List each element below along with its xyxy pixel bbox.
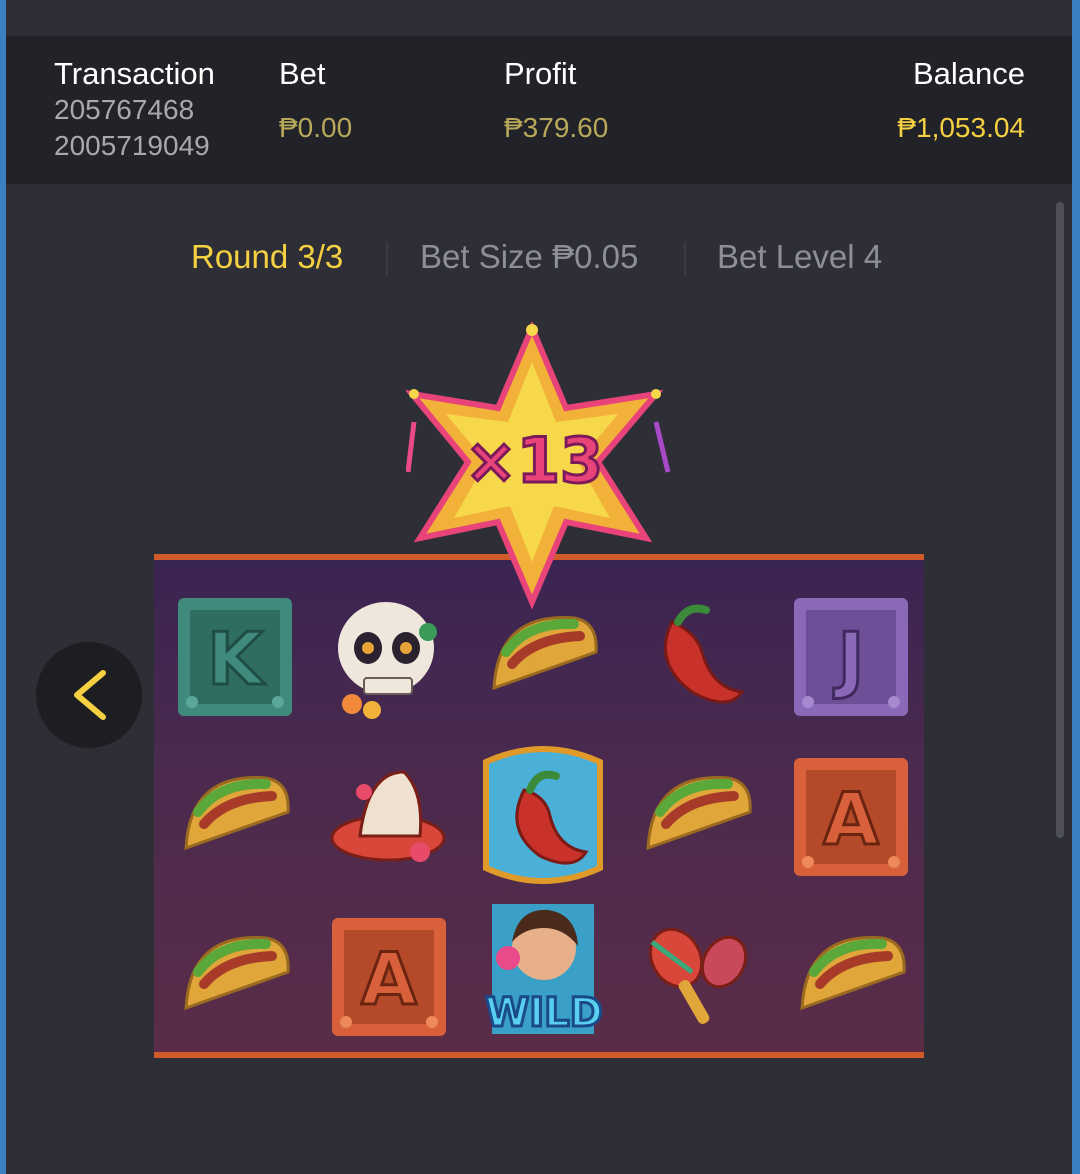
- scrollbar[interactable]: [1056, 202, 1064, 838]
- bet-value: ₱0.00: [279, 112, 353, 143]
- divider: [684, 242, 686, 276]
- divider: [386, 242, 388, 276]
- symbol-taco: [158, 900, 312, 1052]
- transaction-label: Transaction: [54, 56, 215, 91]
- symbol-maracas: [620, 900, 774, 1052]
- top-strip: [6, 0, 1072, 36]
- bet-size: Bet Size ₱0.05: [420, 238, 639, 275]
- svg-text:WILD: WILD: [485, 990, 603, 1036]
- transaction-id-line2: 2005719049: [54, 130, 210, 161]
- symbol-sombrero: [312, 740, 466, 900]
- symbol-wild: WILD: [466, 886, 620, 1046]
- round-info-bar: Round 3/3 Bet Size ₱0.05 Bet Level 4: [6, 236, 1072, 280]
- multiplier-text: ×13: [465, 424, 603, 497]
- chevron-left-icon: [74, 670, 106, 720]
- svg-text:K: K: [207, 617, 265, 701]
- transaction-header: Transaction 205767468 2005719049 Bet ₱0.…: [6, 36, 1072, 184]
- symbol-chili-framed: [466, 740, 620, 900]
- profit-label: Profit: [504, 56, 577, 91]
- symbol-taco: [774, 900, 924, 1052]
- pinata-multiplier: ×13: [404, 320, 676, 612]
- pinata-star-icon: ×13: [404, 320, 671, 610]
- history-panel: Transaction 205767468 2005719049 Bet ₱0.…: [6, 0, 1072, 1174]
- symbol-a: A: [312, 900, 466, 1052]
- symbol-j: J: [774, 580, 924, 740]
- svg-text:A: A: [823, 777, 879, 861]
- balance-value: ₱1,053.04: [897, 112, 1025, 143]
- symbol-a: A: [774, 740, 924, 900]
- round-indicator: Round 3/3: [191, 238, 344, 275]
- symbol-taco: [158, 740, 312, 900]
- transaction-id-line1: 205767468: [54, 94, 195, 125]
- svg-text:A: A: [361, 937, 417, 1021]
- previous-round-button[interactable]: [36, 642, 142, 748]
- profit-value: ₱379.60: [504, 112, 609, 143]
- symbol-k: K: [158, 580, 312, 740]
- slot-reels: K J A A WILD: [154, 554, 924, 1058]
- bet-label: Bet: [279, 56, 326, 91]
- balance-label: Balance: [912, 56, 1025, 91]
- bet-level: Bet Level 4: [717, 238, 883, 275]
- svg-text:J: J: [833, 617, 865, 701]
- symbol-taco: [620, 740, 774, 900]
